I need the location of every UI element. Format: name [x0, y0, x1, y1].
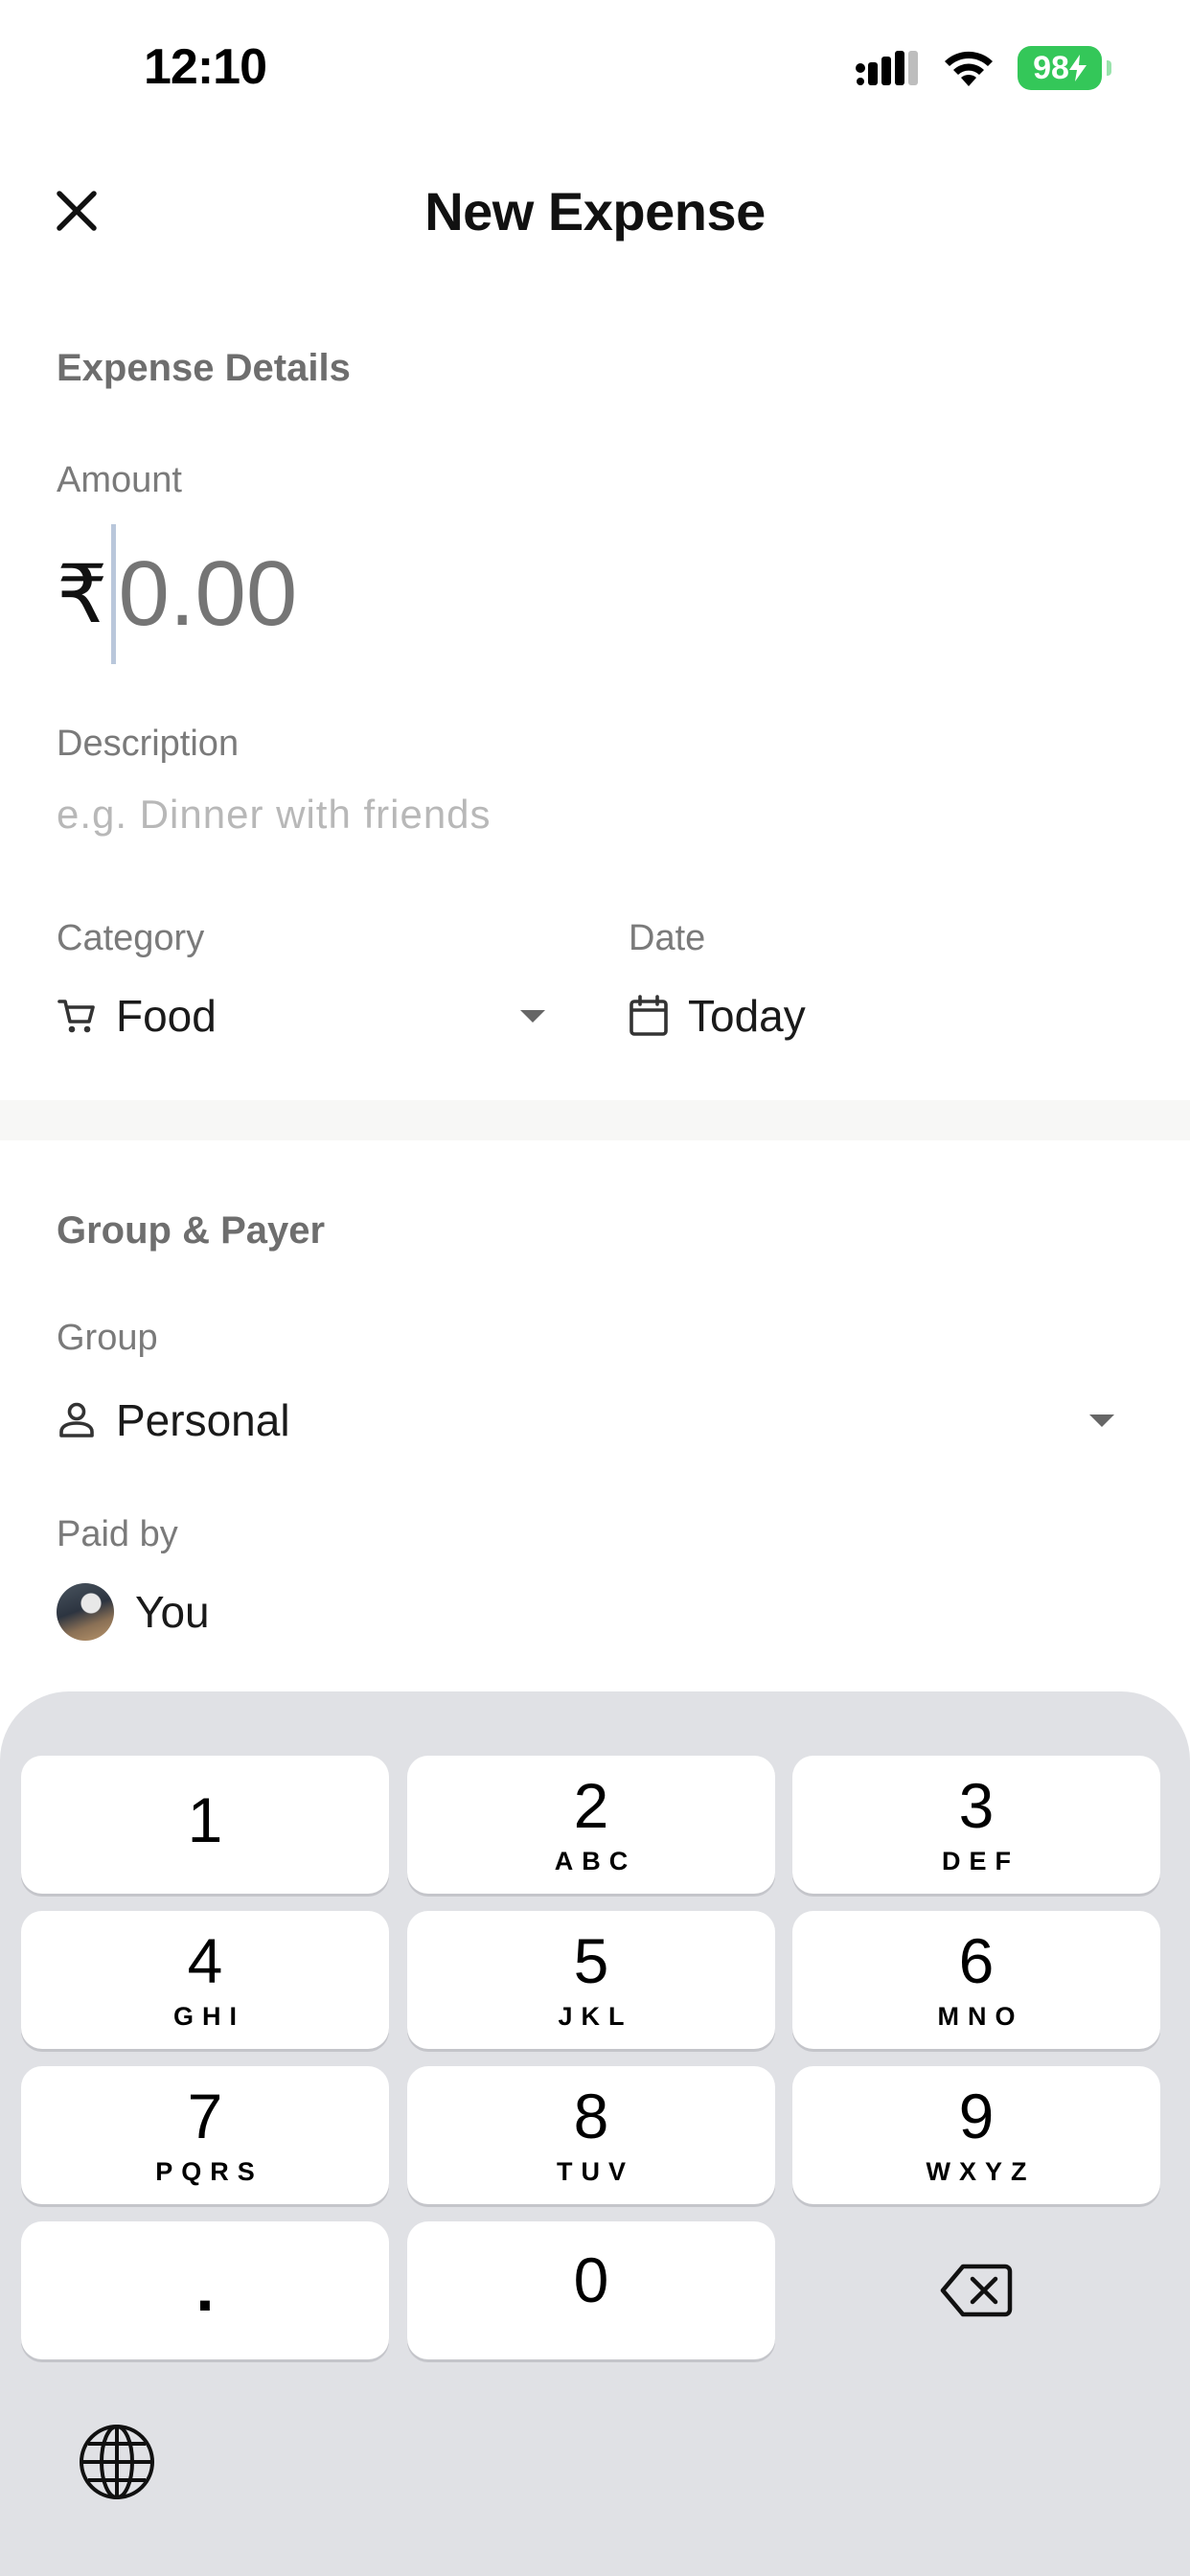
key-7[interactable]: 7 PQRS — [21, 2066, 389, 2204]
key-5[interactable]: 5 JKL — [407, 1911, 775, 2049]
amount-input[interactable] — [118, 541, 598, 647]
section-divider — [0, 1100, 1190, 1140]
group-select[interactable]: Personal — [57, 1392, 1120, 1449]
section-title-group-payer: Group & Payer — [57, 1209, 326, 1252]
key-4[interactable]: 4 GHI — [21, 1911, 389, 2049]
key-digit: 7 — [187, 2080, 223, 2151]
page-title: New Expense — [424, 181, 766, 242]
category-select[interactable]: Food — [57, 987, 555, 1045]
key-digit: . — [195, 2250, 215, 2325]
description-label: Description — [57, 724, 240, 764]
section-title-expense-details: Expense Details — [57, 347, 351, 389]
key-1[interactable]: 1 — [21, 1756, 389, 1894]
calendar-icon — [629, 995, 668, 1036]
amount-field[interactable]: ₹ — [57, 522, 598, 666]
group-value: Personal — [116, 1395, 290, 1445]
bolt-icon — [1068, 55, 1087, 81]
chevron-down-icon — [520, 1010, 545, 1023]
status-icons: 98 — [855, 46, 1111, 90]
currency-symbol: ₹ — [57, 549, 108, 639]
battery-level: 98 — [1033, 49, 1069, 86]
cellular-signal-icon — [856, 51, 918, 85]
key-digit: 8 — [573, 2080, 609, 2151]
globe-icon[interactable] — [77, 2422, 157, 2502]
key-letters: WXYZ — [926, 2156, 1036, 2186]
category-value: Food — [116, 991, 217, 1041]
key-digit: 0 — [573, 2244, 609, 2315]
key-digit: 4 — [187, 1924, 223, 1996]
date-label: Date — [629, 918, 706, 958]
key-letters: MNO — [937, 2001, 1024, 2031]
key-2[interactable]: 2 ABC — [407, 1756, 775, 1894]
key-6[interactable]: 6 MNO — [792, 1911, 1160, 2049]
key-8[interactable]: 8 TUV — [407, 2066, 775, 2204]
amount-label: Amount — [57, 460, 182, 500]
chevron-down-icon — [1089, 1414, 1114, 1427]
key-decimal[interactable]: . — [21, 2221, 389, 2359]
header: New Expense — [0, 153, 1190, 268]
paid-by-value: You — [135, 1587, 210, 1637]
paid-by-select[interactable]: You — [57, 1583, 210, 1641]
date-picker[interactable]: Today — [629, 987, 806, 1045]
key-3[interactable]: 3 DEF — [792, 1756, 1160, 1894]
key-letters: GHI — [172, 2001, 245, 2031]
battery-charging-icon: 98 — [1018, 46, 1111, 90]
date-value: Today — [688, 991, 806, 1041]
description-input[interactable]: e.g. Dinner with friends — [57, 792, 492, 838]
key-letters: TUV — [557, 2156, 634, 2186]
person-icon — [59, 1402, 94, 1438]
key-letters: DEF — [942, 1846, 1019, 1875]
key-digit: 5 — [573, 1924, 609, 1996]
key-letters: JKL — [558, 2001, 633, 2031]
category-label: Category — [57, 918, 205, 958]
key-digit: 9 — [958, 2080, 995, 2151]
paid-by-label: Paid by — [57, 1514, 178, 1554]
avatar — [57, 1583, 114, 1641]
key-digit: 2 — [573, 1769, 609, 1841]
key-9[interactable]: 9 WXYZ — [792, 2066, 1160, 2204]
text-cursor — [111, 524, 117, 664]
group-label: Group — [57, 1318, 158, 1358]
key-letters: PQRS — [155, 2156, 263, 2186]
wifi-icon — [945, 51, 993, 86]
backspace-key[interactable] — [792, 2221, 1160, 2359]
status-time: 12:10 — [144, 39, 267, 95]
backspace-icon — [940, 2264, 1013, 2317]
key-digit: 6 — [958, 1924, 995, 1996]
key-0[interactable]: 0 — [407, 2221, 775, 2359]
cart-icon — [57, 1000, 95, 1033]
key-letters: ABC — [554, 1846, 637, 1875]
key-digit: 1 — [187, 1784, 223, 1855]
key-digit: 3 — [958, 1769, 995, 1841]
status-bar: 12:10 98 — [0, 0, 1190, 144]
